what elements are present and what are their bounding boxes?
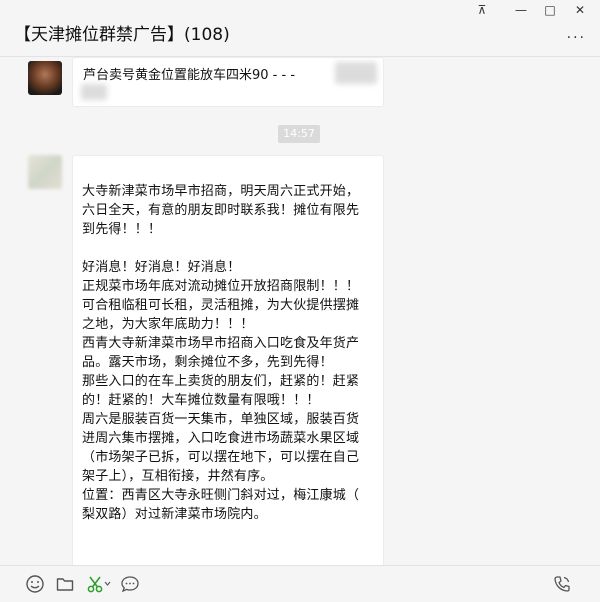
chat-bubble-icon[interactable] xyxy=(120,574,140,594)
message-line xyxy=(82,239,378,258)
message-line: 好消息！好消息！好消息！ xyxy=(82,260,241,275)
message-line: 品。露天市场，剩余摊位不多，先到先得！ xyxy=(82,355,333,370)
pin-button[interactable]: ⊼ xyxy=(472,2,492,18)
message-line: 的！赶紧的！大车摊位数量有限哦！！！ xyxy=(82,393,320,408)
message-bubble[interactable]: 芦台卖号黄金位置能放车四米90 - - - xyxy=(72,57,384,107)
message-bubble[interactable]: 大寺新津菜市场早市招商，明天周六正式开始， 六日全天，有意的朋友即时联系我！摊位… xyxy=(72,155,384,565)
chat-title: 【天津摊位群禁广告】(108) xyxy=(14,25,230,45)
title-bar: 【天津摊位群禁广告】(108) ⊼ — □ ✕ ... xyxy=(0,0,600,56)
message-line: 周六是服装百货一天集市，单独区域，服装百货 xyxy=(82,412,360,427)
message-line: 六日全天，有意的朋友即时联系我！摊位有限先 xyxy=(82,203,360,218)
scissors-icon[interactable] xyxy=(86,574,112,594)
timestamp: 14:57 xyxy=(278,125,320,143)
input-toolbar xyxy=(0,565,600,602)
folder-icon[interactable] xyxy=(55,574,75,594)
chat-area[interactable]: 芦台卖号黄金位置能放车四米90 - - - 14:57 大寺新津菜市场早市招商，… xyxy=(0,57,600,565)
redacted-area xyxy=(335,62,377,84)
avatar[interactable] xyxy=(28,155,62,189)
message-text: 芦台卖号黄金位置能放车四米90 - - - xyxy=(83,68,296,83)
minimize-button[interactable]: — xyxy=(511,2,531,18)
message-line: 那些入口的在车上卖货的朋友们，赶紧的！赶紧 xyxy=(82,374,360,389)
message-line: 梨双路）对过新津菜市场院内。 xyxy=(82,507,267,522)
emoji-icon[interactable] xyxy=(25,574,45,594)
message-line: 架子上），互相衔接，井然有序。 xyxy=(82,469,274,484)
message-line: 西青大寺新津菜市场早市招商入口吃食及年货产 xyxy=(82,336,360,351)
avatar[interactable] xyxy=(28,61,62,95)
more-options-button[interactable]: ... xyxy=(567,26,586,42)
message-line: 之地，为大家年底助力！！！ xyxy=(82,317,254,332)
message-line: 大寺新津菜市场早市招商，明天周六正式开始， xyxy=(82,184,360,199)
message-text: 大寺新津菜市场早市招商，明天周六正式开始， 六日全天，有意的朋友即时联系我！摊位… xyxy=(82,182,378,524)
maximize-button[interactable]: □ xyxy=(540,2,560,18)
message-line: 位置：西青区大寺永旺侧门斜对过，梅江康城（ xyxy=(82,488,360,503)
phone-icon[interactable] xyxy=(552,574,572,594)
message-line: 进周六集市摆摊，入口吃食进市场蔬菜水果区域 xyxy=(82,431,360,446)
message-line: 正规菜市场年底对流动摊位开放招商限制！！！ xyxy=(82,279,360,294)
close-button[interactable]: ✕ xyxy=(570,2,590,18)
message-line: 可合租临租可长租，灵活租摊，为大伙提供摆摊 xyxy=(82,298,360,313)
message-line: 到先得！！！ xyxy=(82,222,162,237)
message-line: （市场架子已拆，可以摆在地下，可以摆在自己 xyxy=(82,450,360,465)
redacted-area xyxy=(81,84,107,100)
